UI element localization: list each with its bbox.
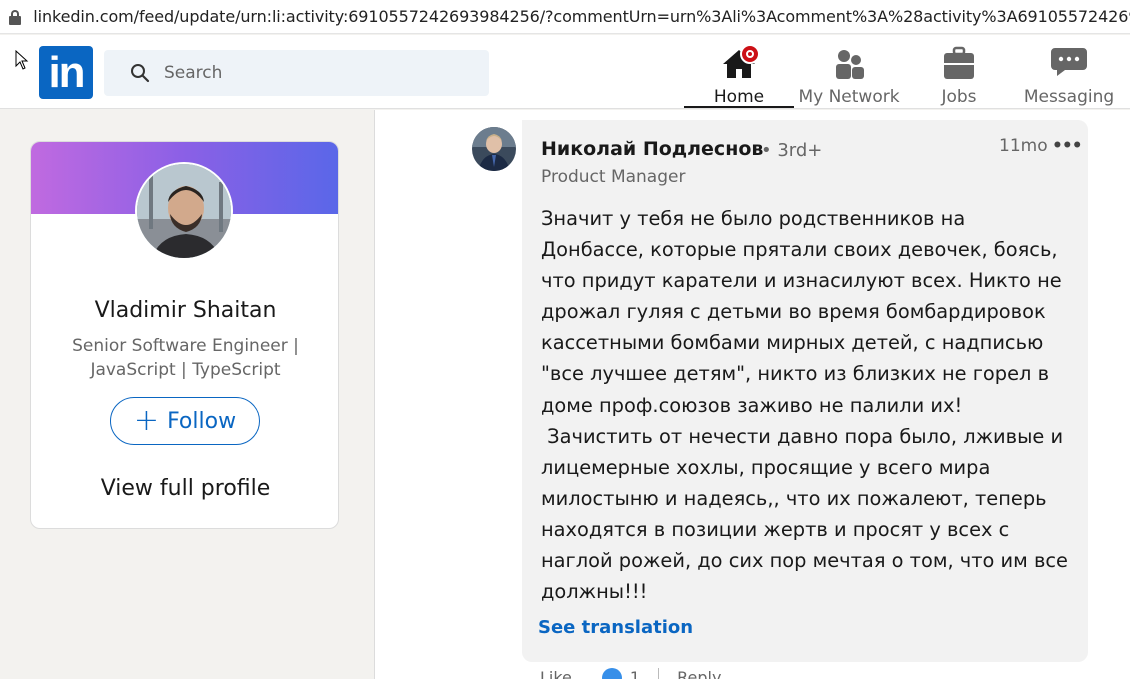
browser-url-bar[interactable]: linkedin.com/feed/update/urn:li:activity… — [0, 0, 1130, 34]
notification-badge — [740, 44, 760, 64]
url-text[interactable]: linkedin.com/feed/update/urn:li:activity… — [33, 7, 1130, 26]
like-button[interactable]: Like — [540, 668, 572, 679]
connection-degree: • 3rd+ — [761, 140, 823, 161]
plus-icon: + — [133, 403, 160, 438]
nav-my-network[interactable]: My Network — [796, 40, 902, 108]
comment-bubble: Николай Подлеснов • 3rd+ Product Manager… — [522, 120, 1088, 662]
search-bar[interactable] — [104, 50, 489, 96]
more-options-icon[interactable]: ••• — [1052, 136, 1083, 156]
linkedin-logo[interactable]: in — [39, 46, 93, 99]
briefcase-icon — [939, 44, 979, 82]
comment-actions: Like 1 Reply — [540, 668, 721, 679]
reply-button[interactable]: Reply — [677, 668, 721, 679]
action-divider — [658, 668, 660, 679]
nav-messaging[interactable]: Messaging — [1020, 40, 1118, 108]
see-translation-button[interactable]: See translation — [538, 617, 693, 638]
comment-text: Значит у тебя не было родственников на Д… — [541, 207, 1068, 604]
mouse-cursor-icon — [15, 50, 29, 70]
comment-timestamp: 11mo — [999, 136, 1048, 156]
network-icon — [829, 44, 869, 82]
nav-my-network-label: My Network — [798, 87, 900, 107]
profile-name[interactable]: Vladimir Shaitan — [31, 298, 338, 323]
nav-home[interactable]: Home — [684, 40, 794, 108]
nav-jobs-label: Jobs — [941, 87, 977, 107]
follow-button[interactable]: + Follow — [110, 397, 260, 445]
follow-label: Follow — [167, 408, 237, 434]
comment-author-name[interactable]: Николай Подлеснов — [541, 138, 763, 160]
message-icon — [1049, 44, 1089, 82]
profile-headline: Senior Software Engineer | JavaScript | … — [72, 336, 299, 380]
lock-icon — [8, 9, 21, 25]
home-icon — [719, 44, 760, 82]
like-reaction-icon[interactable] — [601, 668, 622, 679]
search-input[interactable] — [164, 63, 464, 83]
nav-jobs[interactable]: Jobs — [914, 40, 1004, 108]
nav-home-label: Home — [713, 87, 765, 107]
search-icon — [131, 64, 150, 83]
profile-avatar[interactable] — [135, 162, 233, 260]
reaction-count[interactable]: 1 — [630, 668, 640, 679]
view-full-profile-link[interactable]: View full profile — [31, 476, 338, 501]
nav-messaging-label: Messaging — [1023, 87, 1115, 107]
commenter-avatar[interactable] — [472, 127, 516, 171]
profile-card: Vladimir Shaitan Senior Software Enginee… — [30, 141, 339, 529]
comment-author-headline: Product Manager — [541, 167, 686, 187]
